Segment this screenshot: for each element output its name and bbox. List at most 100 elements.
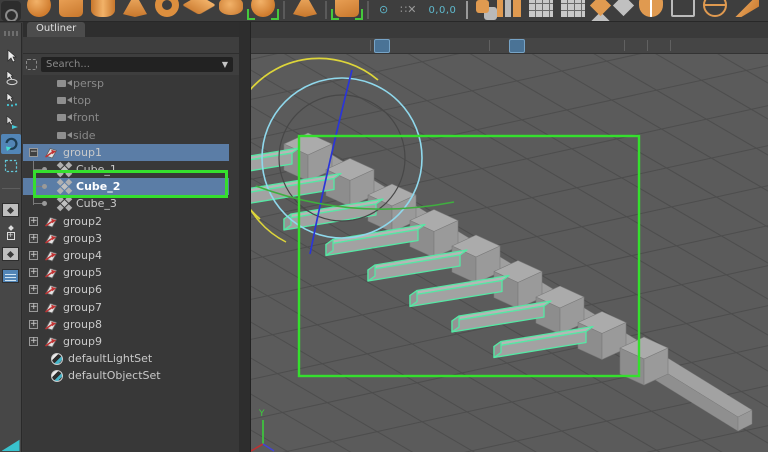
filter-icon[interactable] bbox=[26, 59, 37, 70]
shelf-icon-combine[interactable] bbox=[476, 0, 490, 13]
tool-layout-single-pane-button[interactable] bbox=[1, 200, 21, 220]
shelf-icon-poly-cone[interactable] bbox=[123, 0, 147, 17]
tool-rotate-tool[interactable] bbox=[0, 134, 21, 154]
shelf-icon-split[interactable] bbox=[639, 0, 664, 17]
viewport-icon-grid-toggle[interactable] bbox=[374, 38, 390, 53]
shelf-icon-separate[interactable] bbox=[613, 0, 635, 17]
outliner-row-group9[interactable]: + group9 bbox=[23, 333, 229, 350]
outliner-row-default-object-set[interactable]: defaultObjectSet bbox=[23, 367, 229, 384]
cube-staircase[interactable] bbox=[283, 132, 753, 432]
node-label: group6 bbox=[63, 283, 102, 297]
shelf-icon-shelf-separator[interactable] bbox=[283, 1, 285, 19]
node-label: group7 bbox=[63, 300, 102, 314]
outliner-row-group2[interactable]: + group2 bbox=[23, 213, 229, 230]
outliner-row-group7[interactable]: + group7 bbox=[23, 298, 229, 315]
viewport-icon-bar bbox=[251, 38, 768, 54]
symmetry-icon[interactable]: ⊙ bbox=[379, 3, 388, 16]
expand-toggle[interactable]: + bbox=[29, 319, 38, 329]
tool-paint-select-tool[interactable] bbox=[1, 90, 21, 110]
tool-move-tool[interactable] bbox=[1, 112, 21, 132]
shelf-icon-poly-torus[interactable] bbox=[155, 0, 179, 17]
shelf-icon-booleans[interactable] bbox=[497, 0, 522, 17]
outliner-row-persp[interactable]: persp bbox=[23, 75, 229, 92]
expand-toggle[interactable]: + bbox=[29, 268, 38, 278]
shelf-icon-poly-pyramid[interactable] bbox=[331, 0, 363, 20]
shelf-icon-poly-cylinder[interactable] bbox=[91, 0, 115, 17]
outliner-tab[interactable]: Outliner bbox=[27, 22, 86, 37]
expand-toggle[interactable]: + bbox=[29, 302, 38, 312]
outliner-tab-bar: Outliner bbox=[23, 22, 239, 37]
outliner-row-group8[interactable]: + group8 bbox=[23, 316, 229, 333]
panel-divider bbox=[239, 22, 251, 452]
separator bbox=[1, 187, 20, 189]
viewport-icon-viewbar-separator[interactable] bbox=[489, 40, 490, 51]
expand-toggle[interactable]: + bbox=[29, 216, 38, 226]
expand-toggle[interactable]: + bbox=[29, 250, 38, 260]
shelf-icon-shelf-separator[interactable] bbox=[325, 1, 327, 19]
shelf-icon-poly-sphere-alt[interactable] bbox=[247, 0, 279, 20]
chevron-down-icon[interactable]: ▼ bbox=[222, 60, 228, 69]
outliner-row-default-light-set[interactable]: defaultLightSet bbox=[23, 350, 229, 367]
shelf-icon-poly-disc[interactable] bbox=[219, 0, 243, 15]
transform-icon bbox=[45, 233, 58, 245]
transform-icon bbox=[45, 147, 58, 159]
shelf-icon-poly-plane[interactable] bbox=[182, 0, 216, 15]
tool-scale-tool[interactable] bbox=[1, 156, 21, 176]
shelf-icon-poly-wedge[interactable] bbox=[293, 0, 317, 17]
shelf-icon-poly-sphere[interactable] bbox=[27, 0, 51, 17]
search-input[interactable]: Search... ▼ bbox=[41, 57, 233, 72]
outliner-menu-bar bbox=[23, 37, 239, 54]
shelf-icon-shelf-separator[interactable] bbox=[367, 1, 369, 19]
outliner-row-group4[interactable]: + group4 bbox=[23, 247, 229, 264]
shelf-icon-mirror[interactable] bbox=[590, 0, 612, 17]
expand-toggle[interactable]: + bbox=[29, 233, 38, 243]
shelf-right-icons bbox=[472, 0, 763, 17]
shelf-icon-reduce-mesh[interactable] bbox=[561, 0, 586, 17]
viewport-icon-shaded-display[interactable] bbox=[509, 38, 525, 53]
outliner-row-top[interactable]: top bbox=[23, 92, 229, 109]
expand-toggle[interactable]: + bbox=[29, 285, 38, 295]
outliner-search-row: Search... ▼ bbox=[23, 54, 239, 75]
tool-toolbox-separator[interactable] bbox=[1, 178, 21, 198]
outliner-panel: Outliner Search... ▼ persp top front sid… bbox=[23, 22, 250, 452]
outliner-row-group3[interactable]: + group3 bbox=[23, 230, 229, 247]
outliner-row-side[interactable]: side bbox=[23, 127, 229, 144]
app-menu-icon[interactable] bbox=[1, 1, 21, 21]
shelf-icon-quad-draw[interactable] bbox=[671, 0, 696, 17]
tool-lasso-tool[interactable] bbox=[1, 68, 21, 88]
transform-icon bbox=[45, 216, 58, 228]
shelf-icon-smooth-mesh[interactable] bbox=[529, 0, 554, 17]
transform-icon bbox=[45, 319, 58, 331]
shelf-icon-sculpt[interactable] bbox=[703, 0, 728, 17]
node-label: defaultLightSet bbox=[68, 352, 153, 366]
collapse-toggle[interactable]: − bbox=[29, 147, 38, 157]
viewport-icon-viewbar-separator[interactable] bbox=[624, 40, 625, 51]
perspective-viewport: Y bbox=[251, 22, 768, 452]
node-label: group2 bbox=[63, 214, 102, 228]
outliner-row-group5[interactable]: + group5 bbox=[23, 264, 229, 281]
snap-off-icon[interactable]: ∷✕ bbox=[400, 3, 416, 16]
search-placeholder: Search... bbox=[46, 59, 90, 70]
transform-icon bbox=[45, 250, 58, 262]
node-label: group3 bbox=[63, 231, 102, 245]
shelf-icon-poly-cube[interactable] bbox=[59, 0, 83, 17]
tool-toolbox-grip[interactable] bbox=[1, 24, 21, 44]
viewport-menu-bar bbox=[251, 22, 768, 38]
shelf-icon-multi-cut[interactable] bbox=[735, 0, 760, 17]
selected-wireframe-beams[interactable] bbox=[251, 147, 594, 359]
tool-layout-outliner-persp-button[interactable] bbox=[1, 266, 21, 286]
viewport-icon-viewbar-separator[interactable] bbox=[647, 40, 648, 51]
viewport-icon-viewbar-separator[interactable] bbox=[370, 40, 371, 51]
viewport-icon-viewbar-separator[interactable] bbox=[670, 40, 671, 51]
outliner-row-group1[interactable]: − group1 bbox=[23, 143, 229, 161]
tool-modeling-toolkit-badge[interactable] bbox=[1, 431, 21, 451]
tool-layout-persp-button[interactable] bbox=[1, 244, 21, 264]
tool-box: + bbox=[0, 23, 22, 452]
viewport-canvas[interactable]: Y bbox=[251, 54, 768, 452]
expand-toggle[interactable]: + bbox=[29, 336, 38, 346]
tool-layout-four-pane-button[interactable]: + bbox=[1, 222, 21, 242]
camera-icon bbox=[57, 114, 72, 122]
outliner-row-group6[interactable]: + group6 bbox=[23, 281, 229, 298]
outliner-row-front[interactable]: front bbox=[23, 109, 229, 126]
tool-select-tool[interactable] bbox=[1, 46, 21, 66]
